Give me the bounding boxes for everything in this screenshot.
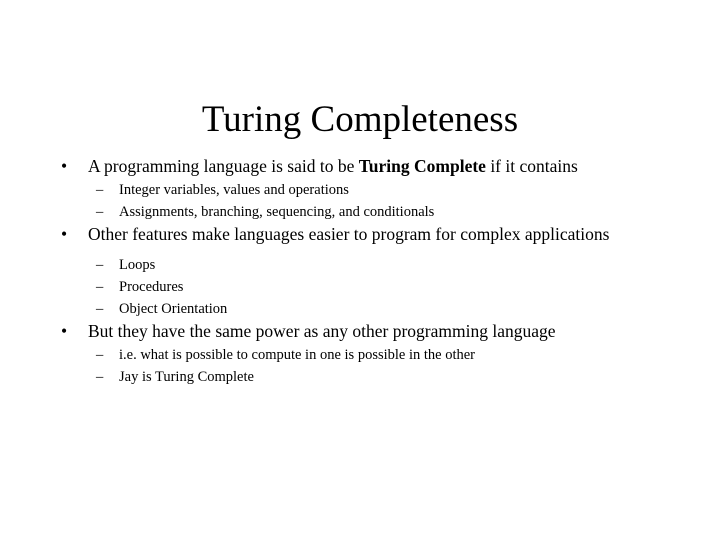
bullet-level2: – Assignments, branching, sequencing, an… — [52, 201, 676, 223]
bullet-level2-text: i.e. what is possible to compute in one … — [119, 346, 476, 363]
dash-marker-icon: – — [96, 346, 104, 363]
sub-bullet-list: – i.e. what is possible to compute in on… — [52, 344, 676, 388]
bullet-level1: • A programming language is said to be T… — [52, 155, 676, 178]
slide-body-content: • A programming language is said to be T… — [52, 155, 676, 388]
bullet-marker-icon: • — [61, 321, 68, 341]
bullet-level1: • But they have the same power as any ot… — [52, 320, 676, 343]
dash-marker-icon: – — [96, 203, 104, 220]
dash-marker-icon: – — [96, 368, 104, 385]
bullet-group: • Other features make languages easier t… — [52, 223, 676, 321]
bullet-level2-text: Loops — [119, 257, 156, 273]
bullet-level2-text: Procedures — [119, 279, 184, 295]
bullet-marker-icon: • — [61, 156, 68, 176]
bullet-level2-text: Integer variables, values and operations — [119, 181, 349, 198]
bullet-level2: – i.e. what is possible to compute in on… — [52, 344, 676, 366]
dash-marker-icon: – — [96, 257, 104, 273]
dash-marker-icon: – — [96, 279, 104, 295]
bullet-text-emphasis: Turing Complete — [358, 156, 486, 176]
bullet-level2: – Loops — [52, 254, 676, 276]
bullet-level1-text: But they have the same power as any othe… — [88, 321, 556, 341]
bullet-marker-icon: • — [61, 223, 68, 244]
bullet-level2: – Jay is Turing Complete — [52, 366, 676, 388]
bullet-level2: – Object Orientation — [52, 298, 676, 320]
bullet-text-segment: if it contains — [485, 156, 578, 176]
bullet-level2: – Procedures — [52, 276, 676, 298]
bullet-group: • A programming language is said to be T… — [52, 155, 676, 223]
bullet-level1: • Other features make languages easier t… — [52, 223, 676, 246]
sub-bullet-list: – Integer variables, values and operatio… — [52, 179, 676, 223]
slide-title: Turing Completeness — [201, 98, 519, 140]
sub-bullet-list: – Loops – Procedures – Object Orientatio… — [52, 254, 676, 320]
bullet-level1-text: A programming language is said to be Tur… — [88, 156, 578, 176]
bullet-level2: – Integer variables, values and operatio… — [52, 179, 676, 201]
dash-marker-icon: – — [96, 181, 104, 198]
dash-marker-icon: – — [96, 301, 104, 317]
bullet-level1-text: Other features make languages easier to … — [88, 223, 610, 244]
bullet-text-segment: A programming language is said to be — [88, 156, 359, 176]
bullet-group: • But they have the same power as any ot… — [52, 320, 676, 388]
bullet-level2-text: Object Orientation — [119, 301, 228, 317]
bullet-level2-text: Jay is Turing Complete — [119, 368, 254, 385]
presentation-slide: Turing Completeness • A programming lang… — [0, 0, 720, 540]
bullet-level2-text: Assignments, branching, sequencing, and … — [119, 203, 435, 220]
